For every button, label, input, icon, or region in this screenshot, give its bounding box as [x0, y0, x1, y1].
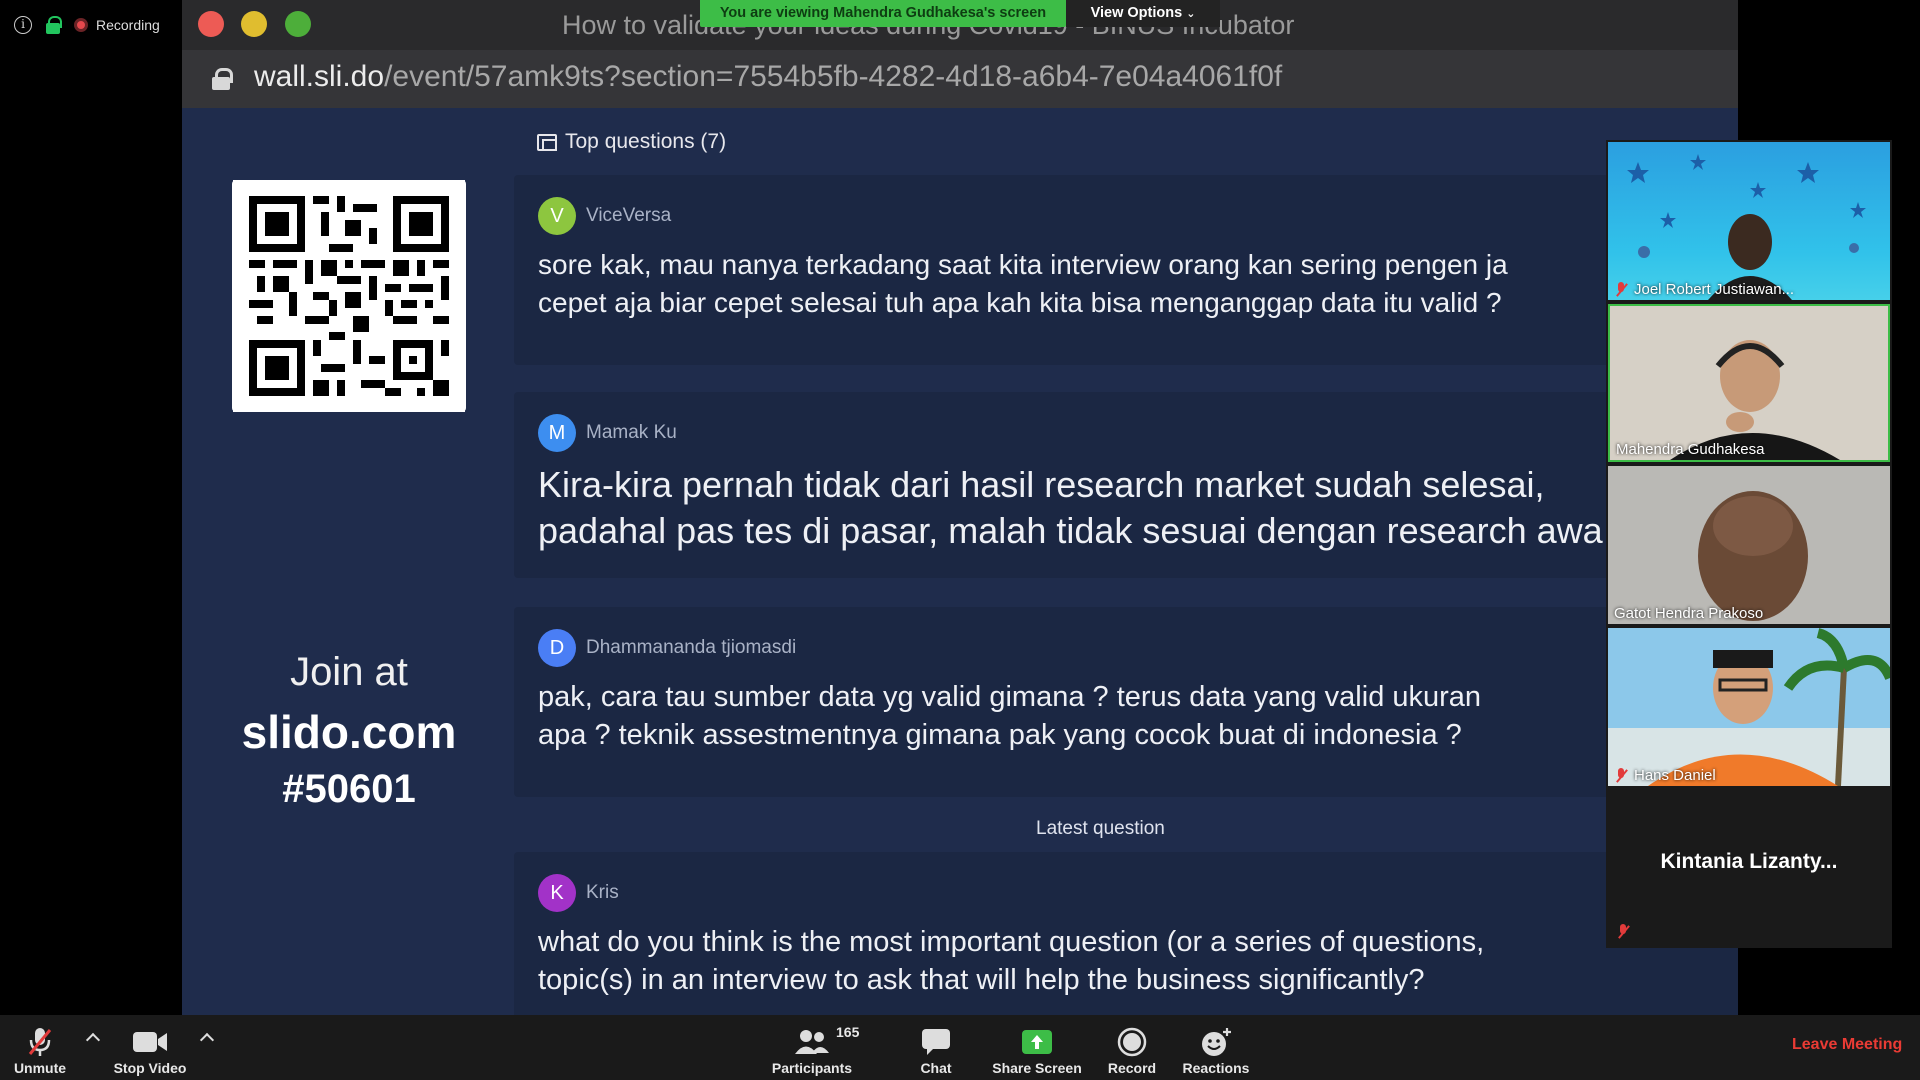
- participant-video-feed: [1627, 154, 1866, 300]
- video-tile[interactable]: Gatot Hendra Prakoso: [1608, 466, 1890, 624]
- join-at-text: Join at: [290, 650, 408, 694]
- recording-indicator[interactable]: Recording: [74, 17, 160, 33]
- video-tile[interactable]: Hans Daniel: [1608, 628, 1890, 786]
- chevron-down-icon: ⌄: [1186, 8, 1196, 20]
- question-card: K Kris what do you think is the most imp…: [514, 852, 1738, 1015]
- minimize-window-icon: [241, 11, 267, 37]
- unmute-label: Unmute: [13, 1060, 67, 1076]
- viewing-screen-banner: You are viewing Mahendra Gudhakesa's scr…: [700, 0, 1066, 27]
- question-card: M Mamak Ku Kira-kira pernah tidak dari h…: [514, 392, 1738, 578]
- join-instructions: Join at slido.com #50601: [182, 650, 516, 812]
- recording-label: Recording: [96, 17, 160, 33]
- latest-question-label: Latest question: [1036, 818, 1165, 839]
- record-button[interactable]: Record: [1106, 1015, 1158, 1080]
- question-text-line: padahal pas tes di pasar, malah tidak se…: [538, 510, 1603, 551]
- participant-name: Joel Robert Justiawan...: [1614, 281, 1794, 298]
- participant-video-feed: [1610, 306, 1888, 460]
- participant-video-feed: [1608, 466, 1890, 624]
- video-camera-icon: [132, 1024, 168, 1060]
- author-avatar: V: [538, 197, 576, 235]
- browser-url-bar: wall.sli.do/event/57amk9ts?section=7554b…: [182, 50, 1738, 108]
- meeting-status-bar: i Recording: [14, 14, 160, 36]
- participant-name: Gatot Hendra Prakoso: [1614, 605, 1764, 622]
- participant-name: Hans Daniel: [1614, 767, 1716, 784]
- chat-button[interactable]: Chat: [908, 1015, 964, 1080]
- participants-label: Participants: [771, 1060, 853, 1076]
- url-text: wall.sli.do/event/57amk9ts?section=7554b…: [254, 60, 1283, 93]
- participant-name: Mahendra Gudhakesa: [1616, 441, 1765, 458]
- close-window-icon: [198, 11, 224, 37]
- participant-video-feed: [1608, 628, 1890, 786]
- question-text-line: topic(s) in an interview to ask that wil…: [538, 964, 1425, 996]
- question-author: Mamak Ku: [586, 422, 677, 443]
- question-card: V ViceVersa sore kak, mau nanya terkadan…: [514, 175, 1738, 365]
- view-options-button[interactable]: View Options ⌄: [1066, 0, 1220, 27]
- participants-icon: 165: [794, 1024, 859, 1060]
- question-author: Dhammananda tjiomasdi: [586, 637, 797, 658]
- author-avatar: K: [538, 874, 576, 912]
- share-screen-label: Share Screen: [992, 1060, 1082, 1076]
- question-text-line: sore kak, mau nanya terkadang saat kita …: [538, 249, 1508, 280]
- question-author: ViceVersa: [586, 205, 672, 226]
- question-author: Kris: [586, 882, 619, 903]
- video-gallery: Joel Robert Justiawan... Mahendra Gudhak…: [1606, 140, 1892, 948]
- participants-count: 165: [836, 1024, 860, 1040]
- reactions-button[interactable]: Reactions: [1182, 1015, 1250, 1080]
- questions-icon: [537, 133, 557, 151]
- qr-code: [232, 180, 466, 412]
- video-tile-active-speaker[interactable]: Mahendra Gudhakesa: [1608, 304, 1890, 462]
- muted-microphone-icon: [26, 1024, 54, 1060]
- author-avatar: M: [538, 414, 576, 452]
- audio-options-chevron-icon[interactable]: [85, 1032, 101, 1048]
- record-label: Record: [1107, 1060, 1157, 1076]
- question-card: D Dhammananda tjiomasdi pak, cara tau su…: [514, 607, 1738, 797]
- maximize-window-icon: [285, 11, 311, 37]
- stop-video-button[interactable]: Stop Video: [110, 1015, 190, 1080]
- top-questions-header: Top questions (7): [537, 130, 726, 154]
- stop-video-label: Stop Video: [113, 1060, 187, 1076]
- view-options-label: View Options: [1090, 5, 1183, 21]
- participant-name-no-video[interactable]: Kintania Lizanty...: [1606, 850, 1892, 874]
- shared-screen: How to validate your ideas during Covid1…: [182, 0, 1738, 1015]
- recording-dot-icon: [74, 18, 88, 32]
- unmute-button[interactable]: Unmute: [6, 1015, 74, 1080]
- muted-mic-icon: [1614, 767, 1628, 784]
- reactions-label: Reactions: [1182, 1060, 1250, 1076]
- encryption-lock-icon[interactable]: [46, 16, 62, 34]
- question-text-line: Kira-kira pernah tidak dari hasil resear…: [538, 464, 1545, 505]
- chat-label: Chat: [920, 1060, 952, 1076]
- chat-bubble-icon: [921, 1024, 951, 1060]
- share-screen-icon: [1021, 1024, 1053, 1060]
- record-icon: [1117, 1024, 1147, 1060]
- muted-mic-icon: [1614, 281, 1628, 298]
- question-text-line: pak, cara tau sumber data yg valid giman…: [538, 681, 1482, 713]
- info-icon[interactable]: i: [14, 16, 32, 34]
- slido-domain-text: slido.com: [241, 706, 457, 758]
- share-screen-button[interactable]: Share Screen: [990, 1015, 1084, 1080]
- event-code-text: #50601: [282, 767, 416, 811]
- video-options-chevron-icon[interactable]: [199, 1032, 215, 1048]
- question-text-line: cepet aja biar cepet selesai tuh apa kah…: [538, 287, 1502, 318]
- padlock-icon: [212, 68, 233, 90]
- video-tile[interactable]: Joel Robert Justiawan...: [1608, 142, 1890, 300]
- muted-mic-icon: [1616, 924, 1630, 940]
- meeting-toolbar: Unmute Stop Video 165 Participants Chat …: [0, 1015, 1920, 1080]
- question-text-line: apa ? teknik assestmentnya gimana pak ya…: [538, 719, 1462, 751]
- participants-button[interactable]: 165 Participants: [770, 1015, 859, 1080]
- top-questions-label: Top questions (7): [565, 130, 727, 153]
- smiley-plus-icon: [1200, 1024, 1232, 1060]
- leave-meeting-button[interactable]: Leave Meeting: [1792, 1036, 1902, 1054]
- question-text-line: what do you think is the most important …: [538, 926, 1485, 958]
- author-avatar: D: [538, 629, 576, 667]
